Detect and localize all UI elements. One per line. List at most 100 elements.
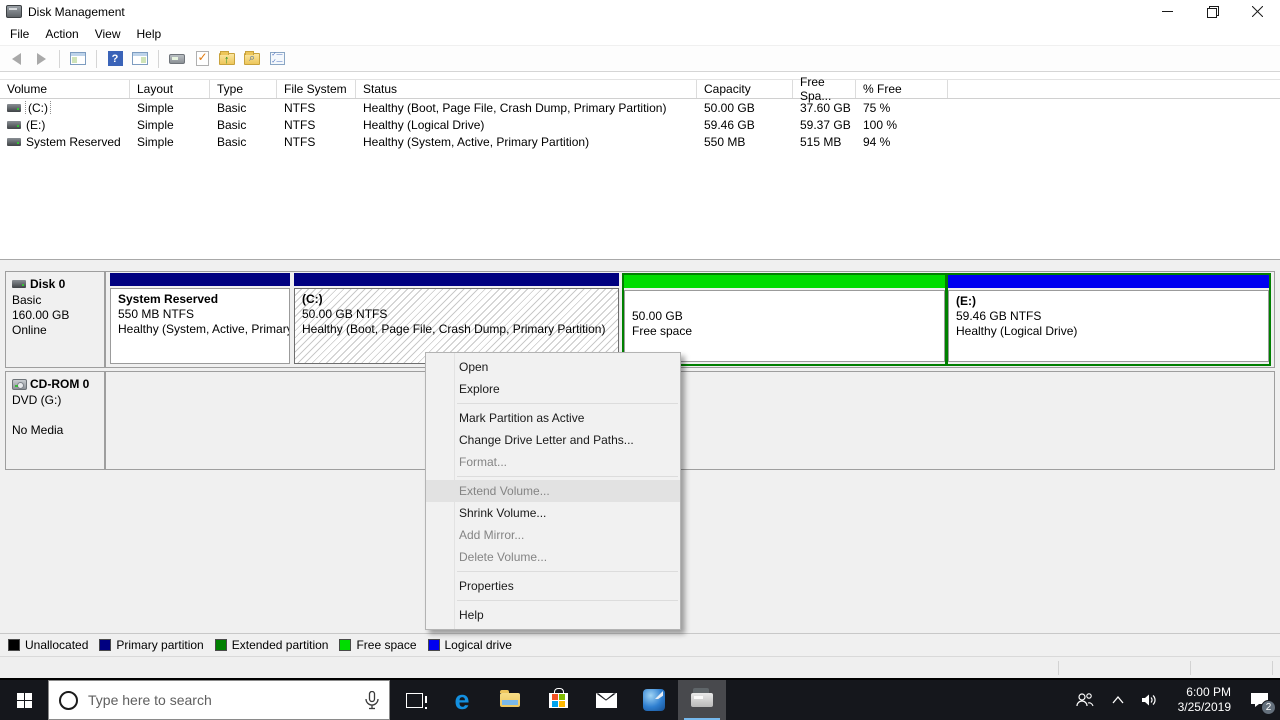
menu-item-explore[interactable]: Explore (426, 378, 680, 400)
partition-status: Healthy (System, Active, Primary (118, 322, 290, 336)
column-header-status[interactable]: Status (356, 80, 697, 98)
legend-free: Free space (339, 638, 417, 652)
disk-management-app-icon (691, 688, 713, 707)
volume-icon (7, 137, 21, 146)
cdrom-icon (12, 378, 27, 390)
cdrom-label-panel[interactable]: CD-ROM 0 DVD (G:) No Media (5, 371, 105, 470)
volume-row-c[interactable]: (C:) Simple Basic NTFS Healthy (Boot, Pa… (0, 99, 1280, 116)
disk-tool-icon (643, 689, 665, 711)
microphone-icon[interactable] (365, 690, 379, 710)
column-header-volume[interactable]: Volume (0, 80, 130, 98)
mail-button[interactable] (582, 680, 630, 720)
menu-separator (457, 476, 678, 477)
taskbar: Type here to search e 6:00 PM 3/25/2019 … (0, 680, 1280, 720)
partition-size: 550 MB NTFS (118, 307, 195, 321)
volume-capacity: 59.46 GB (704, 117, 755, 132)
help-button[interactable]: ? (105, 49, 125, 69)
close-button[interactable] (1235, 0, 1280, 23)
task-view-button[interactable] (390, 680, 438, 720)
properties-button[interactable] (267, 49, 287, 69)
partition-status: Free space (632, 324, 693, 338)
console-tree-icon (70, 52, 86, 65)
cdrom-name: CD-ROM 0 (30, 377, 90, 391)
backup-tool-button[interactable] (630, 680, 678, 720)
primary-partition-bar (294, 273, 619, 286)
clock[interactable]: 6:00 PM 3/25/2019 (1170, 685, 1239, 715)
volume-row-e[interactable]: (E:) Simple Basic NTFS Healthy (Logical … (0, 116, 1280, 133)
start-button[interactable] (0, 680, 48, 720)
volume-pct-free: 100 % (863, 117, 898, 132)
system-tray: 6:00 PM 3/25/2019 2 (1069, 680, 1280, 720)
menu-item-properties[interactable]: Properties (426, 575, 680, 597)
help-icon: ? (107, 51, 123, 66)
edge-button[interactable]: e (438, 680, 486, 720)
volume-button[interactable] (1135, 680, 1166, 720)
column-header-type[interactable]: Type (210, 80, 277, 98)
folder-up-button[interactable]: ↑ (217, 49, 237, 69)
rescan-button[interactable] (192, 49, 212, 69)
partition-title: System Reserved (118, 292, 219, 306)
primary-partition-bar (110, 273, 290, 286)
column-header-layout[interactable]: Layout (130, 80, 210, 98)
forward-icon (36, 52, 46, 65)
mail-icon (595, 692, 617, 708)
refresh-button[interactable] (167, 49, 187, 69)
disk-size: 160.00 GB (12, 308, 70, 322)
restore-button[interactable] (1190, 0, 1235, 23)
task-view-icon (405, 692, 427, 709)
volume-row-system-reserved[interactable]: System Reserved Simple Basic NTFS Health… (0, 133, 1280, 150)
menu-view[interactable]: View (87, 25, 129, 43)
column-header-pct-free[interactable]: % Free (856, 80, 948, 98)
partition-system-reserved[interactable]: System Reserved 550 MB NTFS Healthy (Sys… (110, 273, 290, 366)
properties-list-icon (269, 52, 285, 66)
volume-icon (7, 103, 21, 112)
partition-size: 50.00 GB (632, 309, 683, 323)
minimize-button[interactable] (1145, 0, 1190, 23)
primary-swatch (99, 639, 112, 651)
volume-pct-free: 75 % (863, 100, 891, 115)
volume-fs: NTFS (284, 117, 316, 132)
volume-name: System Reserved (26, 134, 121, 149)
menu-item-open[interactable]: Open (426, 356, 680, 378)
file-explorer-button[interactable] (486, 680, 534, 720)
partition-e[interactable]: (E:) 59.46 GB NTFS Healthy (Logical Driv… (948, 275, 1269, 364)
menu-item-change-drive-letter[interactable]: Change Drive Letter and Paths... (426, 429, 680, 451)
clock-date: 3/25/2019 (1177, 700, 1231, 714)
folder-search-button[interactable]: ⌕ (242, 49, 262, 69)
free-space-bar (624, 275, 945, 288)
toolbar-separator (59, 49, 60, 68)
menu-item-help[interactable]: Help (426, 604, 680, 626)
forward-button[interactable] (31, 49, 51, 69)
partition-context-menu: Open Explore Mark Partition as Active Ch… (425, 352, 681, 630)
column-header-free-space[interactable]: Free Spa... (793, 75, 856, 103)
search-placeholder: Type here to search (88, 692, 212, 708)
tray-overflow-button[interactable] (1105, 680, 1131, 720)
action-center-button[interactable]: 2 (1243, 680, 1276, 720)
cdrom-type: DVD (G:) (12, 393, 62, 407)
menu-action[interactable]: Action (37, 25, 86, 43)
legend-extended: Extended partition (214, 638, 328, 652)
show-console-tree-button[interactable] (68, 49, 88, 69)
volume-type: Basic (217, 100, 247, 115)
cdrom-status: No Media (12, 423, 64, 437)
store-button[interactable] (534, 680, 582, 720)
back-button[interactable] (6, 49, 26, 69)
volume-name: (C:) (25, 100, 51, 115)
menu-item-format: Format... (459, 455, 508, 469)
partition-free-space[interactable]: 50.00 GB Free space (624, 275, 945, 364)
menu-file[interactable]: File (2, 25, 37, 43)
show-action-pane-button[interactable] (130, 49, 150, 69)
volume-type: Basic (217, 134, 247, 149)
disk0-label-panel[interactable]: Disk 0 Basic 160.00 GB Online (5, 271, 105, 368)
status-bar (0, 656, 1280, 678)
menu-item-mark-partition-active[interactable]: Mark Partition as Active (426, 407, 680, 429)
column-header-capacity[interactable]: Capacity (697, 80, 793, 98)
people-button[interactable] (1069, 680, 1101, 720)
taskbar-search[interactable]: Type here to search (48, 680, 390, 720)
disk-type: Basic (12, 293, 42, 307)
column-header-file-system[interactable]: File System (277, 80, 356, 98)
menu-item-shrink-volume[interactable]: Shrink Volume... (426, 502, 680, 524)
menu-help[interactable]: Help (129, 25, 170, 43)
partition-size: 59.46 GB NTFS (956, 309, 1042, 323)
disk-management-taskbar-button[interactable] (678, 680, 726, 720)
